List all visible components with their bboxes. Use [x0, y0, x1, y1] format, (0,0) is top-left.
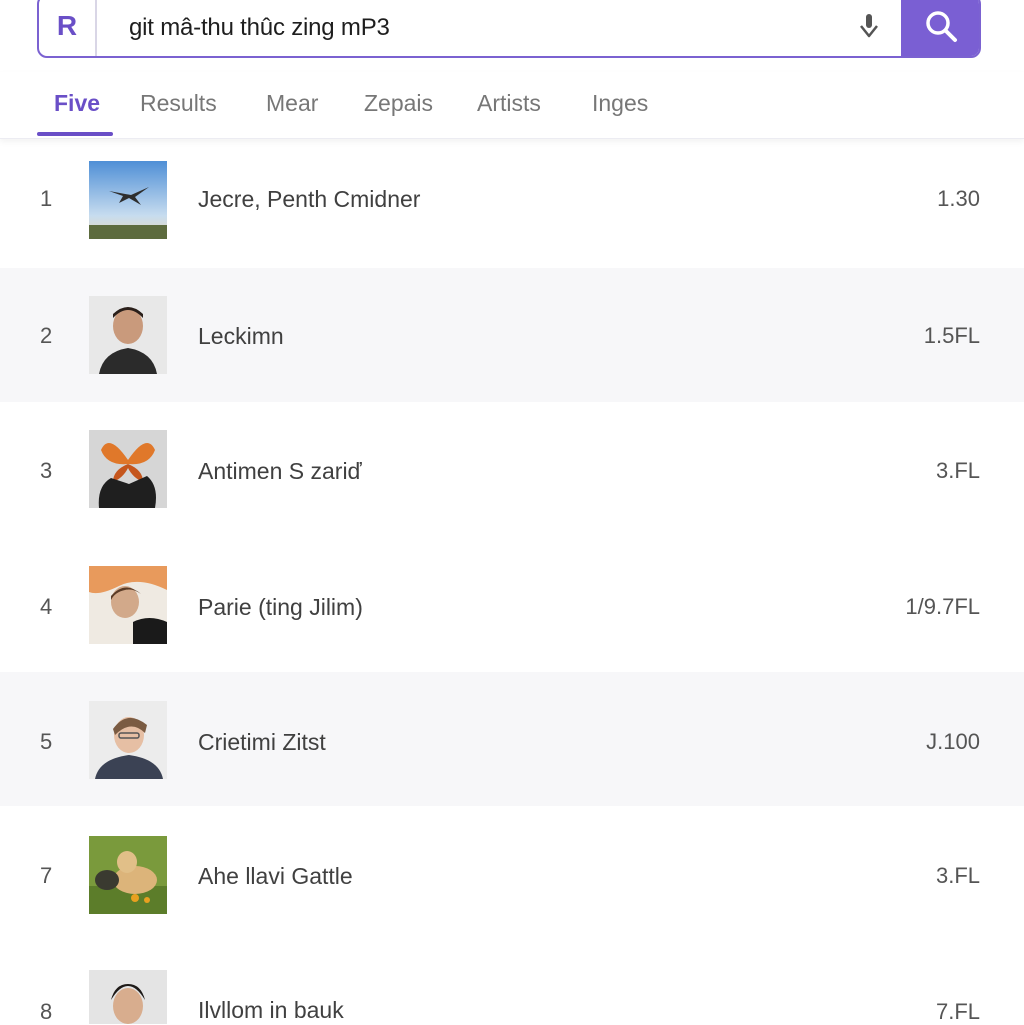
thumbnail-image [89, 701, 167, 779]
result-title: Parie (ting Jilim) [198, 594, 363, 620]
logo-icon[interactable]: R [39, 0, 97, 56]
result-meta: J.100 [926, 729, 980, 754]
tab-bar: Five Results Mear Zepais Artists Inges [0, 72, 1024, 139]
thumbnail-image [89, 430, 167, 508]
result-meta: 3.FL [935, 458, 980, 483]
tab-artists[interactable]: Artists [477, 90, 541, 117]
result-row[interactable]: 1 Jecre, Penth Cmidner 1.30 [0, 138, 1024, 272]
search-button[interactable] [901, 0, 979, 56]
result-number: 7 [40, 863, 53, 888]
result-meta: 1/9.7FL [905, 594, 980, 619]
thumbnail-image [89, 836, 167, 914]
result-title: Ahe llavi Gattle [198, 863, 353, 889]
tab-inges[interactable]: Inges [592, 90, 648, 117]
result-number: 1 [40, 186, 53, 211]
result-number: 2 [40, 323, 53, 348]
result-title: Antimen S zariď [198, 458, 362, 484]
result-meta: 3.FL [935, 863, 980, 888]
result-row[interactable]: 8 Ilvllom in bauk 7.FL [0, 942, 1024, 1024]
result-meta: 7.FL [935, 999, 980, 1024]
result-meta: 1.30 [937, 186, 980, 211]
result-number: 4 [40, 594, 53, 619]
search-icon [926, 11, 957, 42]
search-input[interactable]: git mâ-thu thûc zing mP3 [129, 14, 390, 42]
tab-results[interactable]: Results [140, 90, 217, 117]
result-row[interactable]: 5 Crietimi Zitst J.100 [0, 672, 1024, 806]
result-number: 5 [40, 729, 53, 754]
result-number: 8 [40, 999, 53, 1024]
tab-mear[interactable]: Mear [266, 90, 318, 117]
result-title: Leckimn [198, 323, 284, 349]
active-tab-indicator [37, 132, 113, 136]
result-title: Ilvllom in bauk [198, 997, 344, 1023]
result-row[interactable]: 3 Antimen S zariď 3.FL [0, 402, 1024, 536]
logo-glyph: R [56, 10, 78, 41]
result-title: Jecre, Penth Cmidner [198, 186, 421, 212]
result-row[interactable]: 2 Leckimn 1.5FL [0, 268, 1024, 402]
search-header: R git mâ-thu thûc zing mP3 [0, 0, 1024, 72]
thumbnail-image [89, 970, 167, 1024]
thumbnail-image [89, 161, 167, 239]
result-row[interactable]: 4 Parie (ting Jilim) 1/9.7FL [0, 538, 1024, 672]
thumbnail-image [89, 296, 167, 374]
tab-zepais[interactable]: Zepais [364, 90, 433, 117]
result-meta: 1.5FL [923, 323, 980, 348]
mic-icon[interactable] [857, 12, 881, 40]
thumbnail-image [89, 566, 167, 644]
tab-five[interactable]: Five [54, 90, 100, 117]
search-box: R git mâ-thu thûc zing mP3 [37, 0, 981, 58]
result-row[interactable]: 7 Ahe llavi Gattle 3.FL [0, 808, 1024, 942]
result-number: 3 [40, 458, 53, 483]
result-title: Crietimi Zitst [198, 729, 326, 755]
